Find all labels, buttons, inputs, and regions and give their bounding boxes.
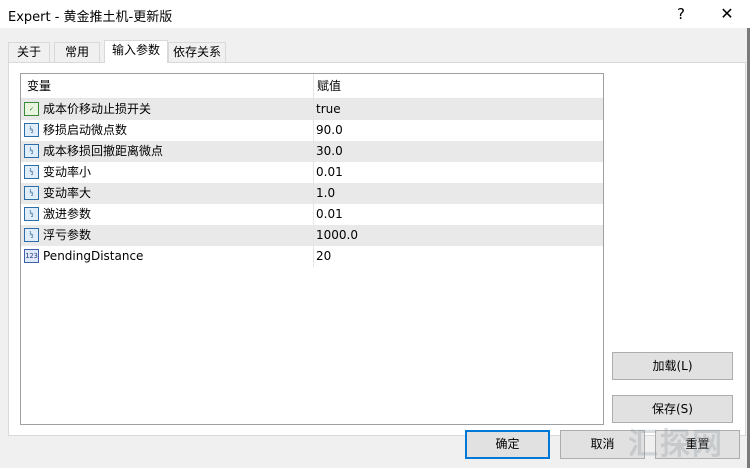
tab-inputs[interactable]: 输入参数 [104,40,168,63]
parameters-table[interactable]: 变量 赋值 ✓ 成本价移动止损开关 true ½ 移损启动微点数 90.0 ½ … [20,73,604,425]
param-value[interactable]: 0.01 [316,204,343,225]
param-name: 变动率大 [43,186,92,200]
double-icon: ½ [24,165,39,179]
table-row[interactable]: ½ 移损启动微点数 90.0 [21,120,603,141]
tab-common[interactable]: 常用 [54,42,100,62]
int-icon: 123 [24,249,39,263]
cell-divider [313,99,314,120]
bool-icon: ✓ [24,102,39,116]
column-header-variable[interactable]: 变量 [27,74,51,98]
window-title: Expert - 黄金推土机-更新版 [8,10,173,25]
ok-button[interactable]: 确定 [465,430,550,459]
double-icon: ½ [24,186,39,200]
column-divider[interactable] [313,74,314,98]
cell-divider [313,183,314,204]
table-row[interactable]: ½ 成本移损回撤距离微点 30.0 [21,141,603,162]
param-value[interactable]: true [316,99,341,120]
close-button[interactable]: ✕ [704,0,750,28]
param-value[interactable]: 30.0 [316,141,343,162]
cancel-button[interactable]: 取消 [560,430,645,459]
table-row[interactable]: 123 PendingDistance 20 [21,246,603,267]
double-icon: ½ [24,228,39,242]
param-name: 成本移损回撤距离微点 [43,144,164,158]
table-row[interactable]: ½ 激进参数 0.01 [21,204,603,225]
double-icon: ½ [24,123,39,137]
param-name: 移损启动微点数 [43,123,128,137]
cell-divider [313,141,314,162]
param-value[interactable]: 90.0 [316,120,343,141]
load-button[interactable]: 加载(L) [612,352,733,380]
column-header-value[interactable]: 赋值 [317,74,341,98]
tab-dependencies[interactable]: 依存关系 [168,42,226,62]
param-value[interactable]: 1000.0 [316,225,358,246]
cell-divider [313,204,314,225]
tab-about[interactable]: 关于 [8,42,50,62]
param-value[interactable]: 1.0 [316,183,335,204]
param-name: PendingDistance [43,249,144,263]
cell-divider [313,120,314,141]
double-icon: ½ [24,144,39,158]
cell-divider [313,225,314,246]
double-icon: ½ [24,207,39,221]
help-button[interactable]: ? [658,0,704,28]
table-row[interactable]: ½ 浮亏参数 1000.0 [21,225,603,246]
cell-divider [313,162,314,183]
param-value[interactable]: 20 [316,246,331,267]
save-button[interactable]: 保存(S) [612,395,733,423]
param-name: 激进参数 [43,207,92,221]
title-bar: Expert - 黄金推土机-更新版 ? ✕ [0,0,750,28]
param-value[interactable]: 0.01 [316,162,343,183]
param-name: 浮亏参数 [43,228,92,242]
cell-divider [313,246,314,267]
table-row[interactable]: ½ 变动率大 1.0 [21,183,603,204]
table-row[interactable]: ½ 变动率小 0.01 [21,162,603,183]
table-header: 变量 赋值 [21,74,603,99]
table-row[interactable]: ✓ 成本价移动止损开关 true [21,99,603,120]
param-name: 成本价移动止损开关 [43,102,152,116]
param-name: 变动率小 [43,165,92,179]
reset-button[interactable]: 重置 [655,430,740,459]
